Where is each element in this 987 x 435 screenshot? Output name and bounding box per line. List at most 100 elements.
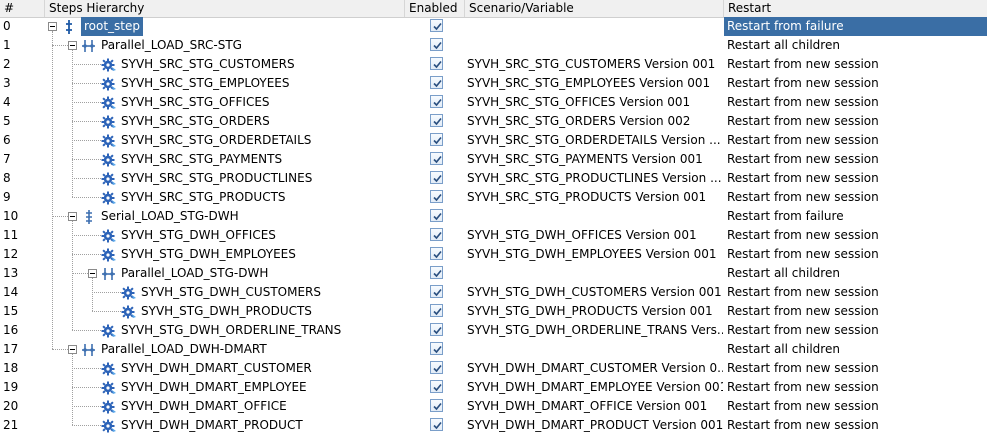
enabled-checkbox[interactable] [430,114,443,127]
column-header-enabled[interactable]: Enabled [405,0,465,17]
enabled-checkbox[interactable] [430,323,443,336]
tree-cell[interactable]: SYVH_STG_DWH_CUSTOMERS [45,283,405,302]
table-row[interactable]: 2 SYVH_SRC_STG_CUSTOMERS SYVH_SRC_STG_CUST… [0,55,987,74]
collapse-toggle-icon[interactable] [68,41,77,50]
tree-cell[interactable]: SYVH_SRC_STG_PRODUCTLINES [45,169,405,188]
table-row[interactable]: 1 Parallel_LOAD_SRC-STG Restart all childr… [0,36,987,55]
restart-type[interactable]: Restart from new session [727,245,985,264]
restart-type[interactable]: Restart from new session [727,169,985,188]
table-row[interactable]: 5 SYVH_SRC_STG_ORDERS SYVH_SRC_STG_ORDERS … [0,112,987,131]
enabled-checkbox[interactable] [430,171,443,184]
tree-cell[interactable]: SYVH_DWH_DMART_PRODUCT [45,416,405,435]
enabled-checkbox[interactable] [430,133,443,146]
scenario-variable[interactable] [467,36,723,55]
scenario-variable[interactable]: SYVH_SRC_STG_PAYMENTS Version 001 [467,150,723,169]
table-row[interactable]: 18 SYVH_DWH_DMART_CUSTOMER SYVH_DWH_DMART_… [0,359,987,378]
collapse-toggle-icon[interactable] [88,269,97,278]
table-row[interactable]: 20 SYVH_DWH_DMART_OFFICE SYVH_DWH_DMART_OF… [0,397,987,416]
collapse-toggle-icon[interactable] [48,22,57,31]
scenario-variable[interactable]: SYVH_SRC_STG_PRODUCTS Version 001 [467,188,723,207]
scenario-variable[interactable]: SYVH_SRC_STG_OFFICES Version 001 [467,93,723,112]
enabled-checkbox[interactable] [430,342,443,355]
restart-type[interactable]: Restart from new session [727,283,985,302]
table-row[interactable]: 4 SYVH_SRC_STG_OFFICES SYVH_SRC_STG_OFFICE… [0,93,987,112]
enabled-checkbox[interactable] [430,247,443,260]
tree-cell[interactable]: SYVH_STG_DWH_ORDERLINE_TRANS [45,321,405,340]
table-row[interactable]: 9 SYVH_SRC_STG_PRODUCTS SYVH_SRC_STG_PRODU… [0,188,987,207]
tree-cell[interactable]: SYVH_DWH_DMART_OFFICE [45,397,405,416]
restart-type[interactable]: Restart from failure [727,207,985,226]
tree-cell[interactable]: SYVH_STG_DWH_OFFICES [45,226,405,245]
tree-cell[interactable]: Parallel_LOAD_DWH-DMART [45,340,405,359]
tree-cell[interactable]: SYVH_SRC_STG_ORDERDETAILS [45,131,405,150]
enabled-checkbox[interactable] [430,209,443,222]
scenario-variable[interactable]: SYVH_SRC_STG_ORDERDETAILS Version ... [467,131,723,150]
table-row[interactable]: 16 SYVH_STG_DWH_ORDERLINE_TRANS SYVH_STG_D… [0,321,987,340]
column-header-number[interactable]: # [0,0,45,17]
enabled-checkbox[interactable] [430,380,443,393]
column-header-steps-hierarchy[interactable]: Steps Hierarchy [45,0,405,17]
tree-cell[interactable]: SYVH_SRC_STG_EMPLOYEES [45,74,405,93]
restart-type[interactable]: Restart from new session [727,112,985,131]
table-row[interactable]: 19 SYVH_DWH_DMART_EMPLOYEE SYVH_DWH_DMART_… [0,378,987,397]
enabled-checkbox[interactable] [430,399,443,412]
scenario-variable[interactable] [467,264,723,283]
restart-type[interactable]: Restart from new session [727,55,985,74]
scenario-variable[interactable]: SYVH_STG_DWH_CUSTOMERS Version 001 [467,283,723,302]
tree-cell[interactable]: SYVH_DWH_DMART_CUSTOMER [45,359,405,378]
restart-type[interactable]: Restart from new session [727,226,985,245]
restart-type[interactable]: Restart from new session [727,188,985,207]
enabled-checkbox[interactable] [430,38,443,51]
scenario-variable[interactable]: SYVH_DWH_DMART_OFFICE Version 001 [467,397,723,416]
scenario-variable[interactable]: SYVH_DWH_DMART_CUSTOMER Version 0... [467,359,723,378]
restart-type[interactable]: Restart from new session [727,359,985,378]
scenario-variable[interactable]: SYVH_SRC_STG_EMPLOYEES Version 001 [467,74,723,93]
table-row[interactable]: 3 SYVH_SRC_STG_EMPLOYEES SYVH_SRC_STG_EMPL… [0,74,987,93]
scenario-variable[interactable]: SYVH_STG_DWH_OFFICES Version 001 [467,226,723,245]
tree-cell[interactable]: SYVH_STG_DWH_PRODUCTS [45,302,405,321]
scenario-variable[interactable] [467,17,723,36]
table-row[interactable]: 7 SYVH_SRC_STG_PAYMENTS SYVH_SRC_STG_PAYME… [0,150,987,169]
enabled-checkbox[interactable] [430,190,443,203]
tree-cell[interactable]: SYVH_SRC_STG_PRODUCTS [45,188,405,207]
enabled-checkbox[interactable] [430,285,443,298]
enabled-checkbox[interactable] [430,95,443,108]
scenario-variable[interactable]: SYVH_DWH_DMART_PRODUCT Version 001 [467,416,723,435]
tree-cell[interactable]: Parallel_LOAD_STG-DWH [45,264,405,283]
restart-type[interactable]: Restart from new session [727,397,985,416]
scenario-variable[interactable] [467,340,723,359]
enabled-checkbox[interactable] [430,418,443,431]
scenario-variable[interactable]: SYVH_STG_DWH_PRODUCTS Version 001 [467,302,723,321]
enabled-checkbox[interactable] [430,152,443,165]
table-row[interactable]: 0 root_step Restart from failure [0,17,987,36]
tree-cell[interactable]: SYVH_SRC_STG_ORDERS [45,112,405,131]
collapse-toggle-icon[interactable] [68,212,77,221]
table-row[interactable]: 14 SYVH_STG_DWH_CUSTOMERS SYVH_STG_DWH_CUS… [0,283,987,302]
scenario-variable[interactable]: SYVH_SRC_STG_PRODUCTLINES Version ... [467,169,723,188]
table-row[interactable]: 15 SYVH_STG_DWH_PRODUCTS SYVH_STG_DWH_PROD… [0,302,987,321]
table-row[interactable]: 8 SYVH_SRC_STG_PRODUCTLINES SYVH_SRC_STG_P… [0,169,987,188]
tree-cell[interactable]: SYVH_STG_DWH_EMPLOYEES [45,245,405,264]
restart-type[interactable]: Restart from new session [727,416,985,435]
tree-cell[interactable]: root_step [45,17,405,36]
table-row[interactable]: 11 SYVH_STG_DWH_OFFICES SYVH_STG_DWH_OFFIC… [0,226,987,245]
tree-cell[interactable]: SYVH_SRC_STG_CUSTOMERS [45,55,405,74]
enabled-checkbox[interactable] [430,266,443,279]
scenario-variable[interactable] [467,207,723,226]
table-row[interactable]: 13 Parallel_LOAD_STG-DWH Restart all child… [0,264,987,283]
restart-type[interactable]: Restart from new session [727,74,985,93]
enabled-checkbox[interactable] [430,57,443,70]
column-header-restart[interactable]: Restart [724,0,987,17]
scenario-variable[interactable]: SYVH_STG_DWH_ORDERLINE_TRANS Vers... [467,321,723,340]
scenario-variable[interactable]: SYVH_DWH_DMART_EMPLOYEE Version 001 [467,378,723,397]
restart-type[interactable]: Restart all children [727,36,985,55]
enabled-checkbox[interactable] [430,19,443,32]
restart-type[interactable]: Restart from new session [727,150,985,169]
restart-type[interactable]: Restart from new session [727,378,985,397]
enabled-checkbox[interactable] [430,228,443,241]
enabled-checkbox[interactable] [430,304,443,317]
tree-cell[interactable]: SYVH_SRC_STG_PAYMENTS [45,150,405,169]
tree-cell[interactable]: SYVH_SRC_STG_OFFICES [45,93,405,112]
table-row[interactable]: 12 SYVH_STG_DWH_EMPLOYEES SYVH_STG_DWH_EMP… [0,245,987,264]
restart-type[interactable]: Restart from failure [724,17,987,36]
